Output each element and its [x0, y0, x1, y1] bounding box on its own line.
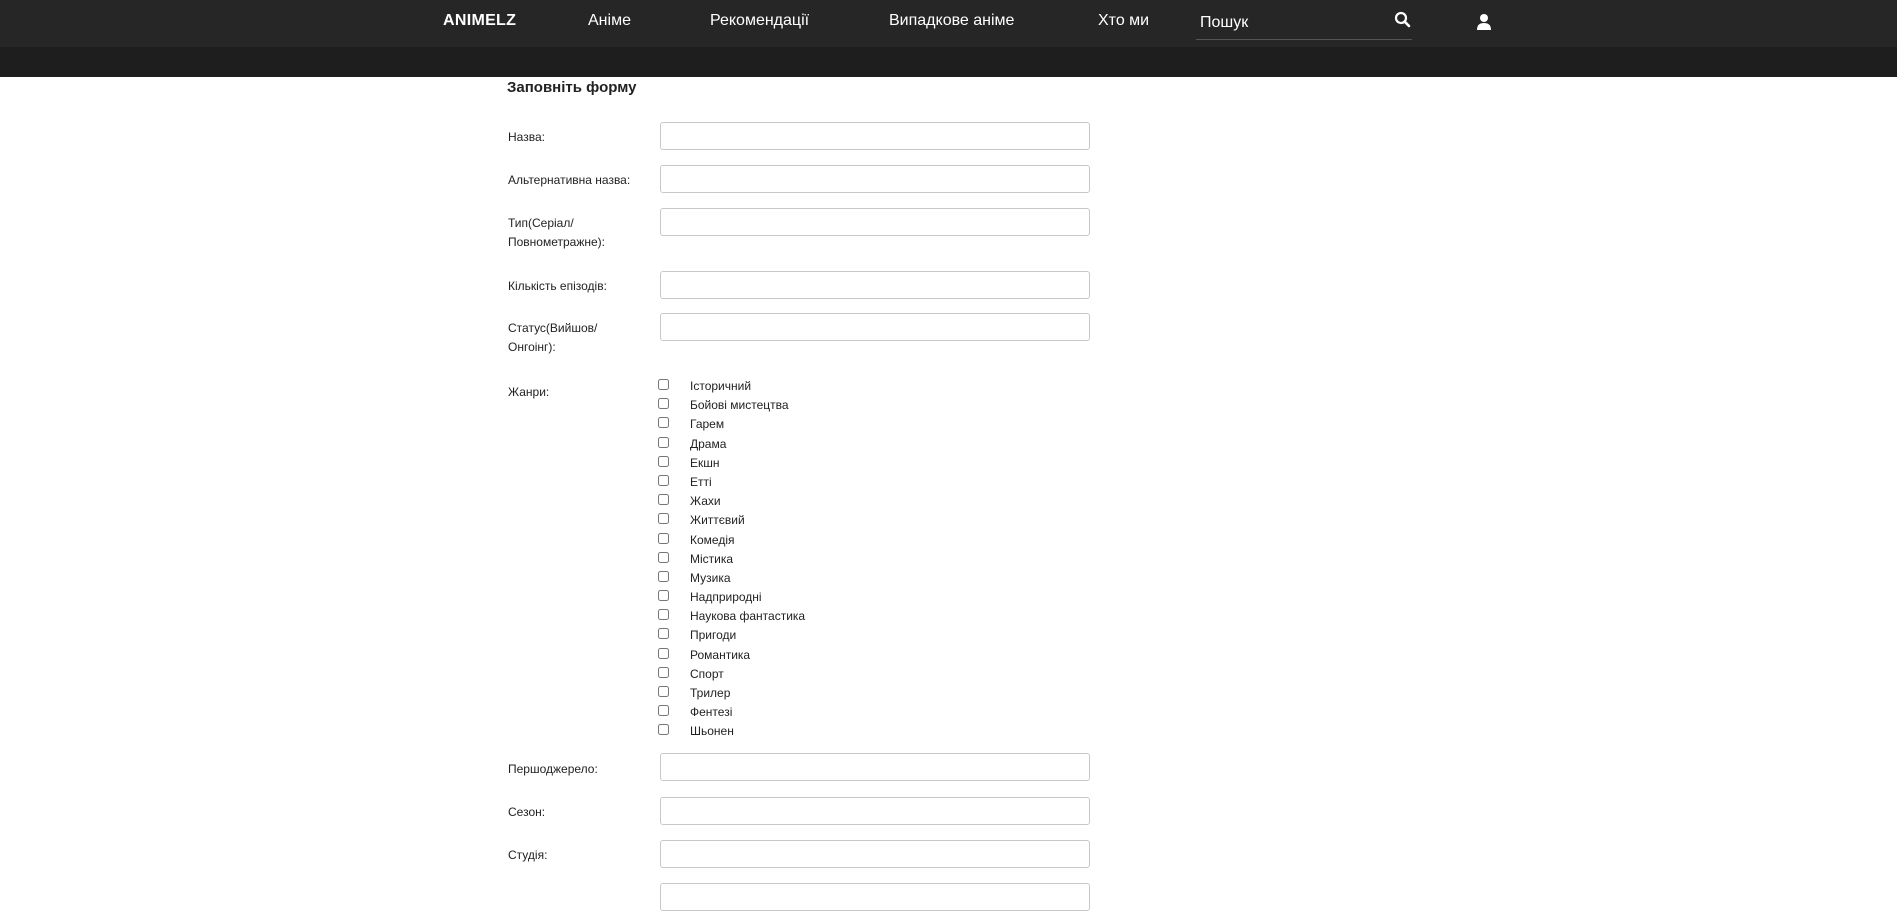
genre-item[interactable]: Спорт: [658, 665, 858, 684]
genre-item[interactable]: Романтика: [658, 646, 858, 665]
genre-checkbox[interactable]: [658, 513, 669, 525]
genre-item[interactable]: Трилер: [658, 684, 858, 703]
search-box: [1196, 6, 1412, 40]
episodes-label: Кількість епізодів:: [508, 279, 607, 293]
source-field[interactable]: [660, 753, 1090, 781]
status-label: Статус(Вийшов/ Онгоінг):: [508, 321, 598, 354]
genre-item[interactable]: Життєвий: [658, 511, 858, 530]
genre-checkbox[interactable]: [658, 417, 669, 429]
alt-name-label: Альтернативна назва:: [508, 173, 631, 187]
genre-checkbox[interactable]: [658, 532, 669, 544]
genre-label: Наукова фантастика: [690, 609, 806, 624]
genre-item[interactable]: Комедія: [658, 531, 858, 550]
genre-label: Етті: [690, 474, 712, 489]
genre-item[interactable]: Містика: [658, 550, 858, 569]
genre-item[interactable]: Пригоди: [658, 626, 858, 645]
genre-checkbox[interactable]: [658, 705, 669, 717]
top-navigation-bar: ANIMELZ Аніме Рекомендації Випадкове ані…: [0, 0, 1897, 47]
genre-item[interactable]: Екшн: [658, 454, 858, 473]
genre-label: Трилер: [690, 686, 731, 700]
season-field[interactable]: [660, 797, 1090, 825]
genre-checkbox[interactable]: [658, 436, 669, 448]
nav-link-about[interactable]: Хто ми: [1098, 12, 1149, 30]
genre-label: Фентезі: [690, 705, 733, 720]
genre-item[interactable]: Наукова фантастика: [658, 607, 858, 626]
genre-item[interactable]: Фентезі: [658, 703, 858, 722]
genre-checkbox[interactable]: [658, 494, 669, 506]
genre-item[interactable]: Надприродні: [658, 588, 858, 607]
genre-label: Бойові мистецтва: [690, 398, 789, 413]
source-label: Першоджерело:: [508, 762, 598, 776]
genres-label: Жанри:: [508, 385, 550, 399]
genre-item[interactable]: Історичний: [658, 377, 858, 396]
genre-checkbox[interactable]: [658, 455, 669, 467]
genre-label: Драма: [690, 436, 727, 451]
next-field[interactable]: [660, 883, 1090, 911]
genre-checkbox[interactable]: [658, 398, 669, 410]
genre-label: Комедія: [690, 532, 735, 547]
genre-item[interactable]: Бойові мистецтва: [658, 396, 858, 415]
alt-name-field[interactable]: [660, 165, 1090, 193]
genre-checkbox[interactable]: [658, 724, 669, 736]
genre-item[interactable]: Музика: [658, 569, 858, 588]
genre-label: Пригоди: [690, 628, 737, 643]
genre-item[interactable]: Шьонен: [658, 722, 858, 741]
type-field[interactable]: [660, 208, 1090, 236]
genre-label: Спорт: [690, 666, 724, 681]
genre-label: Екшн: [690, 455, 720, 470]
form-title: Заповніть форму: [507, 79, 637, 96]
genre-checkbox[interactable]: [658, 686, 669, 697]
genres-list: Історичний Бойові мистецтва Гарем Драма Екшн…: [658, 377, 858, 742]
nav-link-recommendations[interactable]: Рекомендації: [710, 12, 809, 30]
genre-label: Життєвий: [690, 513, 745, 528]
episodes-field[interactable]: [660, 271, 1090, 299]
genre-checkbox[interactable]: [658, 628, 669, 640]
nav-link-random-anime[interactable]: Випадкове аніме: [889, 12, 1014, 30]
site-logo[interactable]: ANIMELZ: [443, 12, 516, 30]
genre-checkbox[interactable]: [658, 590, 669, 602]
user-icon[interactable]: [1476, 13, 1492, 31]
genre-checkbox[interactable]: [658, 609, 669, 621]
genre-label: Гарем: [690, 417, 725, 432]
studio-label: Студія:: [508, 848, 548, 862]
genre-checkbox[interactable]: [658, 379, 669, 390]
genre-item[interactable]: Драма: [658, 435, 858, 454]
genre-checkbox[interactable]: [658, 666, 669, 678]
genre-label: Історичний: [690, 379, 752, 393]
genre-checkbox[interactable]: [658, 647, 669, 659]
name-label: Назва:: [508, 130, 545, 144]
status-field[interactable]: [660, 313, 1090, 341]
name-field[interactable]: [660, 122, 1090, 150]
genre-checkbox[interactable]: [658, 551, 669, 563]
type-label: Тип(Серіал/ Повнометражне):: [508, 216, 606, 249]
genre-label: Містика: [690, 551, 734, 566]
genre-item[interactable]: Жахи: [658, 492, 858, 511]
genre-item[interactable]: Гарем: [658, 415, 858, 434]
nav-link-anime[interactable]: Аніме: [588, 12, 631, 30]
genre-checkbox[interactable]: [658, 570, 669, 582]
genre-label: Шьонен: [690, 724, 734, 739]
studio-field[interactable]: [660, 840, 1090, 868]
genre-item[interactable]: Етті: [658, 473, 858, 492]
secondary-bar: [0, 47, 1897, 77]
genre-label: Жахи: [690, 494, 721, 509]
genre-checkbox[interactable]: [658, 474, 669, 486]
genre-label: Музика: [690, 570, 731, 585]
genre-label: Романтика: [690, 647, 751, 662]
season-label: Сезон:: [508, 805, 546, 819]
search-icon[interactable]: [1394, 11, 1412, 29]
search-input[interactable]: [1196, 12, 1385, 34]
genre-label: Надприродні: [690, 590, 762, 605]
